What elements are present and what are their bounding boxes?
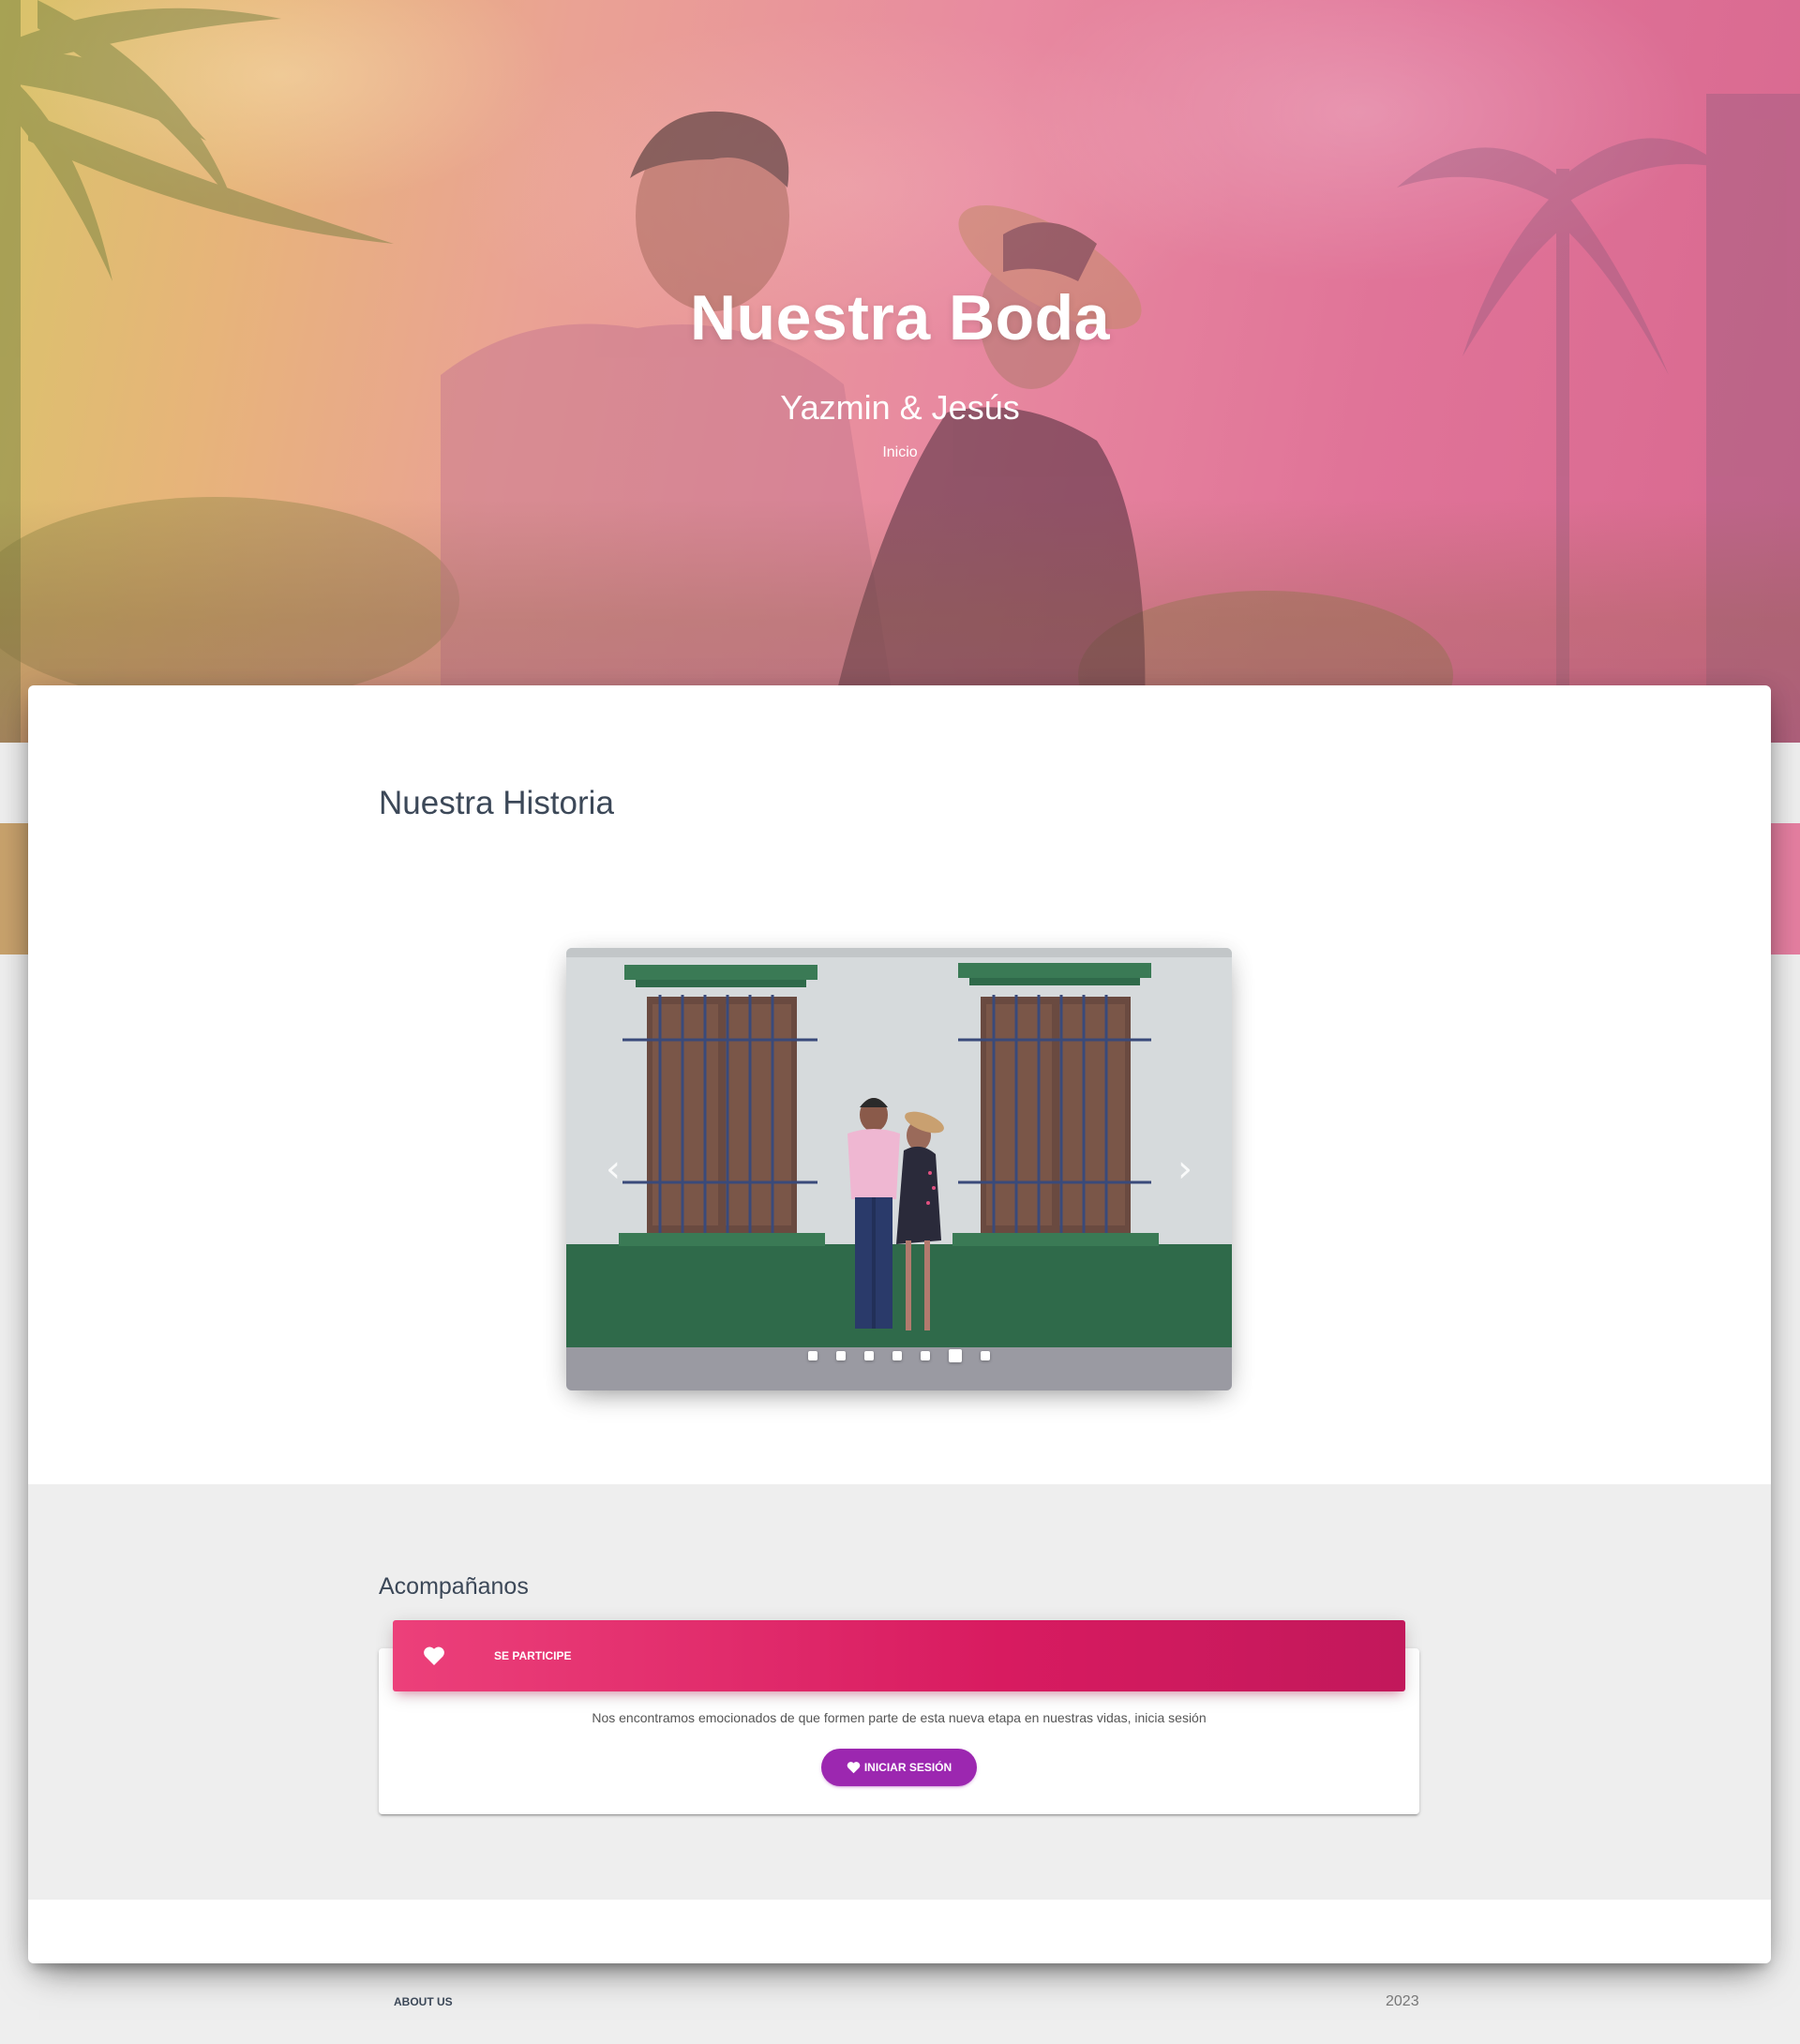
- photo-carousel[interactable]: ‹ ›: [566, 948, 1232, 1390]
- main-content-card: Nuestra Historia ‹ › Acompañanos SE PART…: [28, 685, 1771, 1963]
- carousel-indicator[interactable]: [892, 1351, 902, 1360]
- heart-icon: [424, 1646, 444, 1665]
- carousel-indicator[interactable]: [808, 1351, 818, 1360]
- login-button[interactable]: INICIAR SESIÓN: [821, 1749, 977, 1786]
- login-button-label: INICIAR SESIÓN: [863, 1761, 952, 1774]
- hero-banner: Nuestra Boda Yazmin & Jesús Inicio: [0, 0, 1800, 743]
- page-title: Nuestra Boda: [689, 282, 1111, 353]
- carousel-indicator[interactable]: [921, 1351, 930, 1360]
- join-card-header-label: SE PARTICIPE: [494, 1649, 572, 1662]
- carousel-indicators: [566, 1349, 1232, 1362]
- join-description: Nos encontramos emocionados de que forme…: [592, 1710, 1207, 1725]
- hero-text: Nuestra Boda Yazmin & Jesús Inicio: [0, 281, 1800, 461]
- home-link[interactable]: Inicio: [882, 444, 917, 461]
- footer-about-us-link[interactable]: ABOUT US: [394, 1995, 453, 2008]
- story-section-title: Nuestra Historia: [379, 785, 614, 821]
- footer-year: 2023: [1386, 1993, 1419, 2009]
- couple-names: Yazmin & Jesús: [780, 388, 1020, 427]
- heart-icon: [847, 1762, 861, 1774]
- carousel-indicator[interactable]: [864, 1351, 874, 1360]
- join-card-header: SE PARTICIPE: [393, 1620, 1405, 1691]
- carousel-next-button[interactable]: ›: [1168, 1150, 1202, 1188]
- carousel-prev-button[interactable]: ‹: [596, 1150, 630, 1188]
- carousel-indicator[interactable]: [981, 1351, 990, 1360]
- join-section: Acompañanos SE PARTICIPE Nos encontramos…: [28, 1484, 1771, 1900]
- carousel-indicator[interactable]: [836, 1351, 846, 1360]
- join-card: SE PARTICIPE Nos encontramos emocionados…: [379, 1620, 1419, 1814]
- carousel-indicator-active[interactable]: [949, 1349, 962, 1362]
- carousel-slide-image: [566, 948, 1232, 1390]
- join-section-title: Acompañanos: [379, 1573, 529, 1600]
